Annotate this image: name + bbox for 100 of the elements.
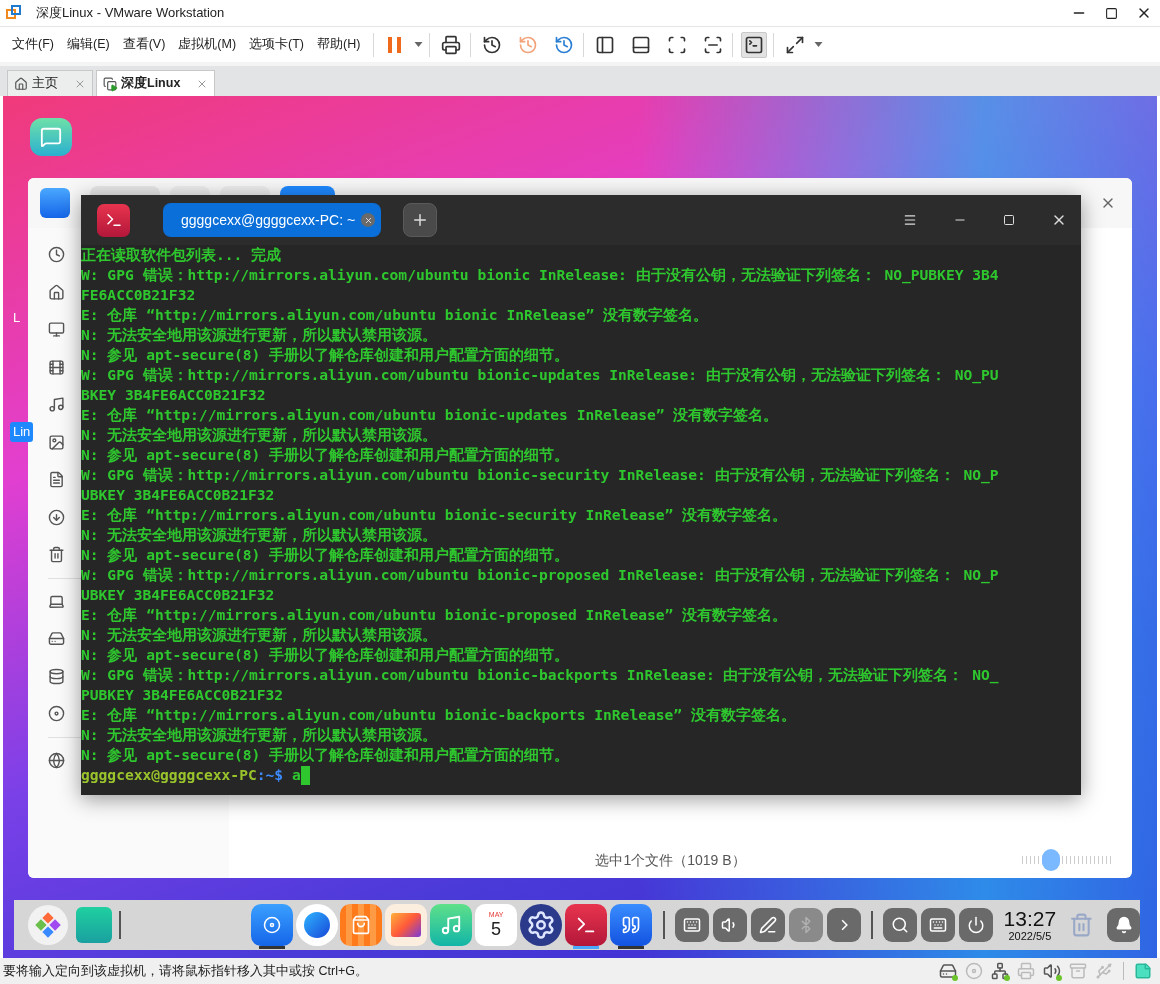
- volume-button[interactable]: [713, 908, 748, 942]
- menu-item[interactable]: 帮助(H): [311, 35, 367, 54]
- search-button[interactable]: [883, 908, 918, 942]
- window-title: 深度Linux - VMware Workstation: [36, 4, 225, 23]
- notification-button[interactable]: [1107, 908, 1140, 942]
- browser-app-icon[interactable]: [295, 904, 338, 946]
- pen-button[interactable]: [751, 908, 786, 942]
- search-icon: [891, 916, 910, 934]
- terminal-line: E: 仓库 “http://mirrors.aliyun.com/ubuntu bionic-updates InRelease” 没有数字签名。: [81, 405, 780, 425]
- fit-icon: [667, 34, 688, 55]
- terminal-line: W: GPG 错误：http://mirrors.aliyun.com/ubuntu bionic-security InRelease: 由于没有公钥，无法验证下列签名： NO_P: [81, 465, 1000, 485]
- speaker-icon[interactable]: [1043, 962, 1061, 980]
- unity-icon: [703, 34, 724, 55]
- document-icon[interactable]: [48, 471, 65, 489]
- keyboard-icon: [683, 916, 702, 934]
- caret-icon[interactable]: [814, 42, 824, 47]
- power-button[interactable]: [959, 908, 994, 942]
- disk-icon[interactable]: [48, 667, 65, 685]
- terminal-line: 正在读取软件包列表... 完成: [81, 245, 283, 265]
- music-note-icon[interactable]: [48, 396, 65, 414]
- power-icon: [967, 916, 986, 934]
- home-icon: [14, 76, 28, 91]
- disc-icon[interactable]: [48, 705, 65, 723]
- tab[interactable]: 深度Linux: [96, 70, 216, 96]
- terminal-line: W: GPG 错误：http://mirrors.aliyun.com/ubuntu bionic-backports InRelease: 由于没有公钥，无法验证下列签名： NO_: [81, 665, 1000, 685]
- image-icon[interactable]: [48, 433, 65, 451]
- menu-item[interactable]: 文件(F): [6, 35, 60, 54]
- panel-icon: [595, 34, 616, 55]
- calendar-day[interactable]: 5: [491, 919, 502, 939]
- running-indicator: [258, 946, 285, 949]
- menu-item[interactable]: 编辑(E): [60, 35, 116, 54]
- maximize-icon[interactable]: [1105, 6, 1118, 20]
- new-tab-button[interactable]: [403, 203, 437, 237]
- terminal-line: E: 仓库 “http://mirrors.aliyun.com/ubuntu bionic-proposed InRelease” 没有数字签名。: [81, 605, 789, 625]
- terminal-app-icon[interactable]: [564, 904, 607, 946]
- keyboard-button[interactable]: [921, 908, 956, 942]
- plus-icon: [411, 211, 429, 229]
- menu-item[interactable]: 查看(V): [116, 35, 172, 54]
- vm-icon: [103, 76, 117, 91]
- globe-icon[interactable]: [48, 751, 65, 769]
- terminal-line: N: 无法安全地用该源进行更新，所以默认禁用该源。: [81, 725, 439, 745]
- menu-item[interactable]: 虚拟机(M): [172, 35, 243, 54]
- chevron-right-button[interactable]: [827, 908, 862, 942]
- fullscreen-icon: [785, 34, 806, 55]
- download-icon[interactable]: [48, 508, 65, 526]
- clock-icon: [518, 34, 539, 55]
- terminal-line: N: 参见 apt-secure(8) 手册以了解仓库创建和用户配置方面的细节。: [81, 645, 571, 665]
- text-cursor: [300, 765, 310, 785]
- launcher-icon[interactable]: [28, 905, 69, 945]
- prompt-user: ggggcexx@ggggcexx-PC: [81, 765, 257, 785]
- panel-icon: [631, 34, 652, 55]
- terminal-line: UBKEY 3B4FE6ACC0B21F32: [81, 485, 276, 505]
- terminal-line: W: GPG 错误：http://mirrors.aliyun.com/ubuntu bionic InRelease: 由于没有公钥，无法验证下列签名： NO_PUBKEY 3B4: [81, 265, 1000, 285]
- close-tab-icon[interactable]: [361, 213, 375, 227]
- menu-item[interactable]: 选项卡(T): [243, 35, 311, 54]
- desktop-icon-label[interactable]: L: [10, 308, 24, 328]
- monitor-icon[interactable]: [48, 321, 65, 339]
- prompt-path: :~$: [256, 765, 284, 785]
- terminal-line: E: 仓库 “http://mirrors.aliyun.com/ubuntu bionic-backports InRelease” 没有数字签名。: [81, 705, 797, 725]
- terminal-line: N: 无法安全地用该源进行更新，所以默认禁用该源。: [81, 325, 439, 345]
- caret-icon[interactable]: [414, 42, 424, 47]
- tab[interactable]: 主页: [7, 70, 93, 96]
- console-button[interactable]: [741, 31, 768, 58]
- chat-app-icon[interactable]: [30, 118, 72, 156]
- terminal-line: E: 仓库 “http://mirrors.aliyun.com/ubuntu bionic InRelease” 没有数字签名。: [81, 305, 710, 325]
- store-app-icon[interactable]: [340, 904, 383, 946]
- film-icon[interactable]: [48, 358, 65, 376]
- terminal-line: E: 仓库 “http://mirrors.aliyun.com/ubuntu bionic-security InRelease” 没有数字签名。: [81, 505, 789, 525]
- slider-thumb[interactable]: [1041, 849, 1060, 871]
- send-keys-icon: [441, 34, 462, 55]
- status-text: 选中1个文件（1019 B）: [595, 850, 746, 870]
- terminal-line: N: 无法安全地用该源进行更新，所以默认禁用该源。: [81, 425, 439, 445]
- console-icon: [744, 34, 765, 55]
- file-manager-logo-icon: [40, 188, 70, 218]
- clock-time: 13:27: [1003, 907, 1057, 930]
- clock-icon[interactable]: [48, 246, 65, 264]
- terminal-tab[interactable]: ggggcexx@ggggcexx-PC: ~: [163, 203, 381, 237]
- photos-app-icon[interactable]: [385, 904, 428, 946]
- running-indicator: [572, 946, 599, 949]
- home-icon[interactable]: [48, 283, 65, 301]
- keyboard-button[interactable]: [675, 908, 710, 942]
- network-icon[interactable]: [991, 962, 1009, 980]
- terminal-line: FE6ACC0B21F32: [81, 285, 197, 305]
- bell-icon: [1114, 916, 1133, 934]
- menu-icon[interactable]: [903, 213, 917, 227]
- clock-date: 2022/5/5: [1008, 929, 1052, 943]
- terminal-logo-icon: [97, 203, 130, 237]
- notes-app-icon[interactable]: [609, 904, 652, 946]
- terminal-line: N: 参见 apt-secure(8) 手册以了解仓库创建和用户配置方面的细节。: [81, 445, 571, 465]
- running-indicator: [617, 946, 644, 949]
- trash-icon[interactable]: [48, 546, 65, 564]
- terminal-line: PUBKEY 3B4FE6ACC0B21F32: [81, 685, 285, 705]
- view-button[interactable]: [280, 186, 335, 195]
- terminal-line: BKEY 3B4FE6ACC0B21F32: [81, 385, 267, 405]
- command-input[interactable]: a: [292, 765, 301, 785]
- terminal-line: N: 参见 apt-secure(8) 手册以了解仓库创建和用户配置方面的细节。: [81, 345, 571, 365]
- vmware-logo-icon: [6, 5, 22, 21]
- terminal-line: N: 参见 apt-secure(8) 手册以了解仓库创建和用户配置方面的细节。: [81, 545, 571, 565]
- clock-icon: [554, 34, 575, 55]
- settings-app-icon[interactable]: [520, 904, 563, 946]
